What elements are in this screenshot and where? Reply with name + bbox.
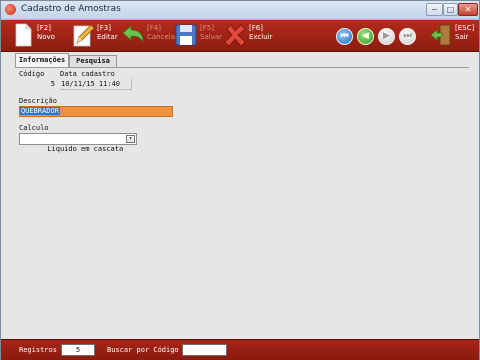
- buscar-label: Buscar por Código: [107, 346, 179, 354]
- undo-arrow-icon: [122, 25, 144, 44]
- salvar-label: Salvar: [200, 33, 222, 41]
- registros-label: Registros: [19, 346, 57, 354]
- app-icon: [5, 4, 16, 15]
- first-record-icon: ⏮: [340, 31, 349, 41]
- previous-record-button[interactable]: ◀: [357, 28, 374, 45]
- title-bar[interactable]: Cadastro de Amostras − □ ✕: [1, 1, 479, 20]
- delete-x-icon: [224, 24, 246, 47]
- minimize-button[interactable]: −: [426, 3, 443, 16]
- calculo-label: Calculo: [19, 124, 49, 132]
- sair-label: Sair: [455, 33, 469, 41]
- cancelar-key: [F4]: [147, 24, 161, 32]
- next-record-button[interactable]: ▶: [378, 28, 395, 45]
- novo-button[interactable]: [F2] Novo: [11, 22, 56, 49]
- close-icon: ✕: [464, 5, 472, 14]
- maximize-button[interactable]: □: [443, 3, 458, 16]
- salvar-key: [F5]: [200, 24, 214, 32]
- toolbar: [F2] Novo [F3] Editar [F4] Cancelar [F5]…: [1, 20, 479, 52]
- window-title: Cadastro de Amostras: [21, 4, 121, 14]
- next-record-icon: ▶: [383, 31, 390, 41]
- tab-pesquisa[interactable]: Pesquisa: [69, 55, 117, 67]
- chevron-down-icon[interactable]: ▾: [126, 135, 135, 143]
- close-button[interactable]: ✕: [458, 3, 478, 16]
- edit-pencil-icon: [73, 24, 95, 47]
- salvar-button[interactable]: [F5] Salvar: [174, 22, 222, 49]
- descricao-value: QUEBRADOR: [20, 107, 60, 115]
- excluir-button[interactable]: [F6] Excluir: [223, 22, 273, 49]
- previous-record-icon: ◀: [362, 31, 369, 41]
- descricao-label: Descrição: [19, 97, 57, 105]
- calculo-value: Liquido em cascata: [47, 145, 124, 153]
- informacoes-panel: Código Data cadastro 5 10/11/15 11:40 De…: [15, 68, 469, 336]
- app-window: Cadastro de Amostras − □ ✕ [F2] Novo [F3…: [0, 0, 480, 360]
- excluir-label: Excluir: [249, 33, 273, 41]
- floppy-disk-icon: [175, 24, 197, 46]
- tab-informacoes[interactable]: Informações: [15, 53, 69, 68]
- status-bar: Registros 5 Buscar por Código: [1, 339, 479, 360]
- sair-button[interactable]: [ESC] Sair: [429, 22, 474, 49]
- sair-key: [ESC]: [455, 24, 475, 32]
- cancelar-button[interactable]: [F4] Cancelar: [121, 22, 178, 49]
- last-record-button[interactable]: ⏭: [399, 28, 416, 45]
- new-document-icon: [15, 23, 32, 47]
- excluir-key: [F6]: [249, 24, 263, 32]
- data-cadastro-field[interactable]: 10/11/15 11:40: [60, 79, 132, 90]
- data-cadastro-label: Data cadastro: [60, 70, 115, 78]
- editar-button[interactable]: [F3] Editar: [71, 22, 118, 49]
- first-record-button[interactable]: ⏮: [336, 28, 353, 45]
- codigo-label: Código: [19, 70, 45, 78]
- novo-key: [F2]: [37, 24, 51, 32]
- maximize-icon: □: [446, 5, 455, 14]
- buscar-codigo-input[interactable]: [182, 344, 227, 356]
- calculo-select[interactable]: Liquido em cascata ▾: [19, 133, 137, 153]
- codigo-field[interactable]: 5: [19, 79, 57, 89]
- exit-door-icon: [430, 24, 451, 46]
- registros-count: 5: [61, 344, 95, 356]
- minimize-icon: −: [431, 5, 438, 14]
- last-record-icon: ⏭: [403, 31, 412, 41]
- descricao-input[interactable]: QUEBRADOR: [19, 106, 173, 117]
- editar-label: Editar: [97, 33, 118, 41]
- editar-key: [F3]: [97, 24, 111, 32]
- novo-label: Novo: [37, 33, 55, 41]
